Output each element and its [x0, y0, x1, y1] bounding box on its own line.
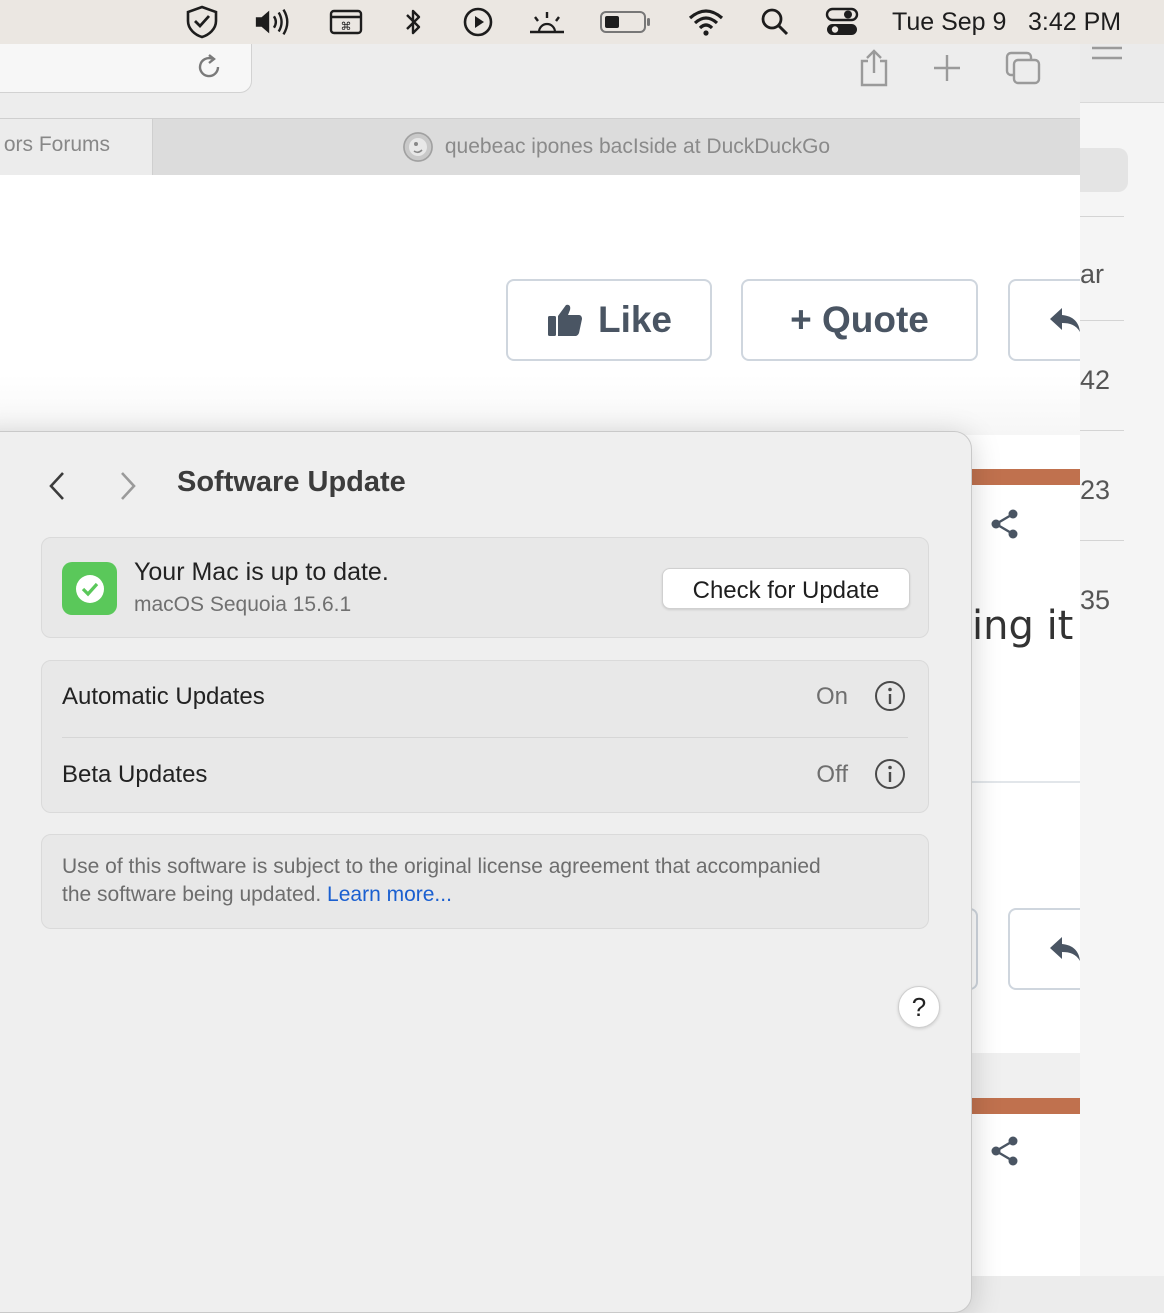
- svg-text:⌘: ⌘: [341, 20, 352, 33]
- search-icon[interactable]: [755, 6, 795, 38]
- post-accent-bar: [966, 1098, 1080, 1114]
- check-for-update-button[interactable]: Check for Update: [662, 568, 910, 609]
- duckduckgo-icon: [402, 132, 433, 162]
- license-card: Use of this software is subject to the o…: [41, 834, 929, 929]
- tab-duckduckgo[interactable]: quebeac ipones bacIside at DuckDuckGo: [153, 119, 1080, 175]
- page-title: Software Update: [177, 466, 406, 498]
- list-icon[interactable]: [1086, 44, 1126, 64]
- automatic-updates-value: On: [815, 683, 848, 710]
- chevron-right-icon: [121, 472, 136, 500]
- post-accent-bar: [966, 469, 1080, 485]
- reply-button[interactable]: [1008, 279, 1080, 361]
- back-button[interactable]: [37, 466, 77, 506]
- update-options-card: Automatic Updates On Beta Updates Off: [41, 660, 929, 813]
- page-fade: [0, 375, 1080, 435]
- like-label: Like: [597, 299, 673, 340]
- reply-icon: [1050, 308, 1080, 332]
- list-item-text: ar: [1080, 259, 1105, 289]
- menu-bar: ⌘ Tue Sep 9 3:42 PM: [0, 0, 1164, 44]
- tab-overview-icon: [1005, 51, 1041, 85]
- bluetooth-icon[interactable]: [393, 6, 433, 38]
- background-search-field[interactable]: [1080, 148, 1128, 192]
- list-item[interactable]: 23: [1080, 430, 1124, 539]
- brightness-icon[interactable]: [527, 6, 567, 38]
- quote-button[interactable]: + Quote: [741, 279, 978, 361]
- share-button[interactable]: [854, 49, 894, 87]
- tab-forums[interactable]: ors Forums: [0, 119, 153, 175]
- new-tab-button[interactable]: [927, 50, 967, 86]
- beta-updates-value: Off: [816, 761, 848, 788]
- license-text: Use of this software is subject to the o…: [62, 853, 822, 909]
- tab-label: ors Forums: [3, 133, 110, 156]
- list-item[interactable]: ar: [1080, 216, 1124, 325]
- battery-icon[interactable]: [598, 6, 654, 38]
- automatic-updates-label: Automatic Updates: [62, 683, 265, 710]
- reload-icon[interactable]: [194, 52, 224, 82]
- help-button[interactable]: ?: [898, 986, 940, 1028]
- tab-label: quebeac ipones bacIside at DuckDuckGo: [444, 135, 831, 158]
- beta-updates-label: Beta Updates: [62, 761, 208, 788]
- share-icon: [860, 49, 888, 87]
- info-icon[interactable]: [874, 758, 906, 790]
- chevron-left-icon: [49, 472, 64, 500]
- tab-overview-button[interactable]: [1003, 50, 1043, 86]
- post-divider: [966, 781, 1080, 783]
- background-window-toolbar: [1080, 44, 1164, 103]
- thumbs-up-icon: [547, 304, 582, 336]
- background-window: ar 42 23 35: [1080, 44, 1164, 1276]
- keyboard-shortcut-icon[interactable]: ⌘: [326, 6, 366, 38]
- menubar-date[interactable]: Tue Sep 9: [892, 6, 1006, 38]
- tab-bar: ors Forums quebeac ipones bacIside at Du…: [0, 118, 1080, 176]
- forward-button[interactable]: [108, 466, 148, 506]
- address-bar[interactable]: [0, 44, 252, 93]
- software-update-window: Software Update Your Mac is up to date. …: [0, 431, 972, 1313]
- os-version: macOS Sequoia 15.6.1: [134, 593, 352, 616]
- menubar-time[interactable]: 3:42 PM: [1028, 6, 1121, 38]
- reply-button[interactable]: [1008, 908, 1080, 990]
- like-button[interactable]: Like: [506, 279, 712, 361]
- list-item-text: 35: [1080, 585, 1111, 615]
- learn-more-link[interactable]: Learn more...: [327, 883, 452, 906]
- list-item-text: 42: [1080, 365, 1111, 395]
- plus-icon: [934, 55, 960, 81]
- wifi-icon[interactable]: [686, 6, 726, 38]
- row-divider: [62, 737, 908, 738]
- list-item[interactable]: 35: [1080, 540, 1124, 649]
- browser-toolbar: [0, 44, 1080, 118]
- checkmark-icon: [62, 562, 117, 615]
- list-item-text: 23: [1080, 475, 1111, 505]
- info-icon[interactable]: [874, 680, 906, 712]
- share-icon[interactable]: [986, 505, 1024, 543]
- reply-icon: [1050, 937, 1080, 961]
- list-item[interactable]: 42: [1080, 320, 1124, 429]
- quote-label: + Quote: [790, 299, 929, 340]
- post-text-fragment: ing it: [972, 603, 1074, 649]
- share-icon[interactable]: [986, 1132, 1024, 1170]
- play-icon[interactable]: [458, 6, 498, 38]
- shield-icon[interactable]: [182, 5, 222, 39]
- speaker-icon[interactable]: [253, 6, 293, 38]
- control-center-icon[interactable]: [822, 6, 862, 38]
- update-status-card: Your Mac is up to date. macOS Sequoia 15…: [41, 537, 929, 638]
- status-title: Your Mac is up to date.: [134, 558, 389, 586]
